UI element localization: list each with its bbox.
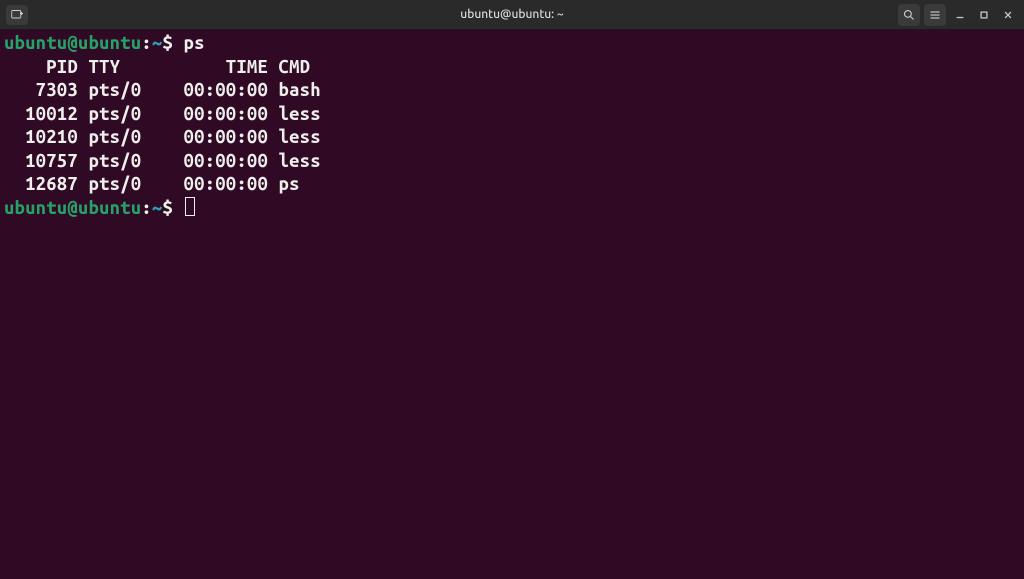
prompt-user-host: ubuntu@ubuntu: [4, 198, 141, 218]
titlebar-right: [898, 4, 1018, 26]
prompt-separator: :: [141, 33, 152, 53]
prompt-path: ~: [152, 33, 163, 53]
prompt-line-1: ubuntu@ubuntu:~$ ps: [4, 33, 205, 53]
cursor: [185, 197, 195, 216]
maximize-icon: [979, 10, 989, 20]
output-row: 12687 pts/0 00:00:00 ps: [4, 174, 300, 194]
terminal-content[interactable]: ubuntu@ubuntu:~$ ps PID TTY TIME CMD 730…: [0, 30, 1024, 222]
prompt-line-2: ubuntu@ubuntu:~$: [4, 198, 195, 218]
maximize-button[interactable]: [974, 4, 994, 26]
prompt-user-host: ubuntu@ubuntu: [4, 33, 141, 53]
output-header: PID TTY TIME CMD: [4, 57, 310, 77]
terminal-plus-icon: [11, 9, 23, 21]
hamburger-icon: [929, 9, 941, 21]
prompt-separator: :: [141, 198, 152, 218]
menu-button[interactable]: [924, 4, 946, 26]
search-icon: [903, 9, 915, 21]
new-tab-button[interactable]: [6, 5, 28, 25]
prompt-path: ~: [152, 198, 163, 218]
command-text: ps: [184, 33, 205, 53]
minimize-icon: [955, 10, 965, 20]
output-row: 10757 pts/0 00:00:00 less: [4, 151, 321, 171]
output-row: 10210 pts/0 00:00:00 less: [4, 127, 321, 147]
minimize-button[interactable]: [950, 4, 970, 26]
prompt-symbol: $: [162, 198, 173, 218]
search-button[interactable]: [898, 4, 920, 26]
prompt-symbol: $: [162, 33, 173, 53]
titlebar-left: [6, 5, 28, 25]
output-row: 10012 pts/0 00:00:00 less: [4, 104, 321, 124]
output-row: 7303 pts/0 00:00:00 bash: [4, 80, 321, 100]
window-title: ubuntu@ubuntu: ~: [460, 8, 563, 21]
close-icon: [1003, 10, 1013, 20]
window-titlebar: ubuntu@ubuntu: ~: [0, 0, 1024, 30]
close-button[interactable]: [998, 4, 1018, 26]
